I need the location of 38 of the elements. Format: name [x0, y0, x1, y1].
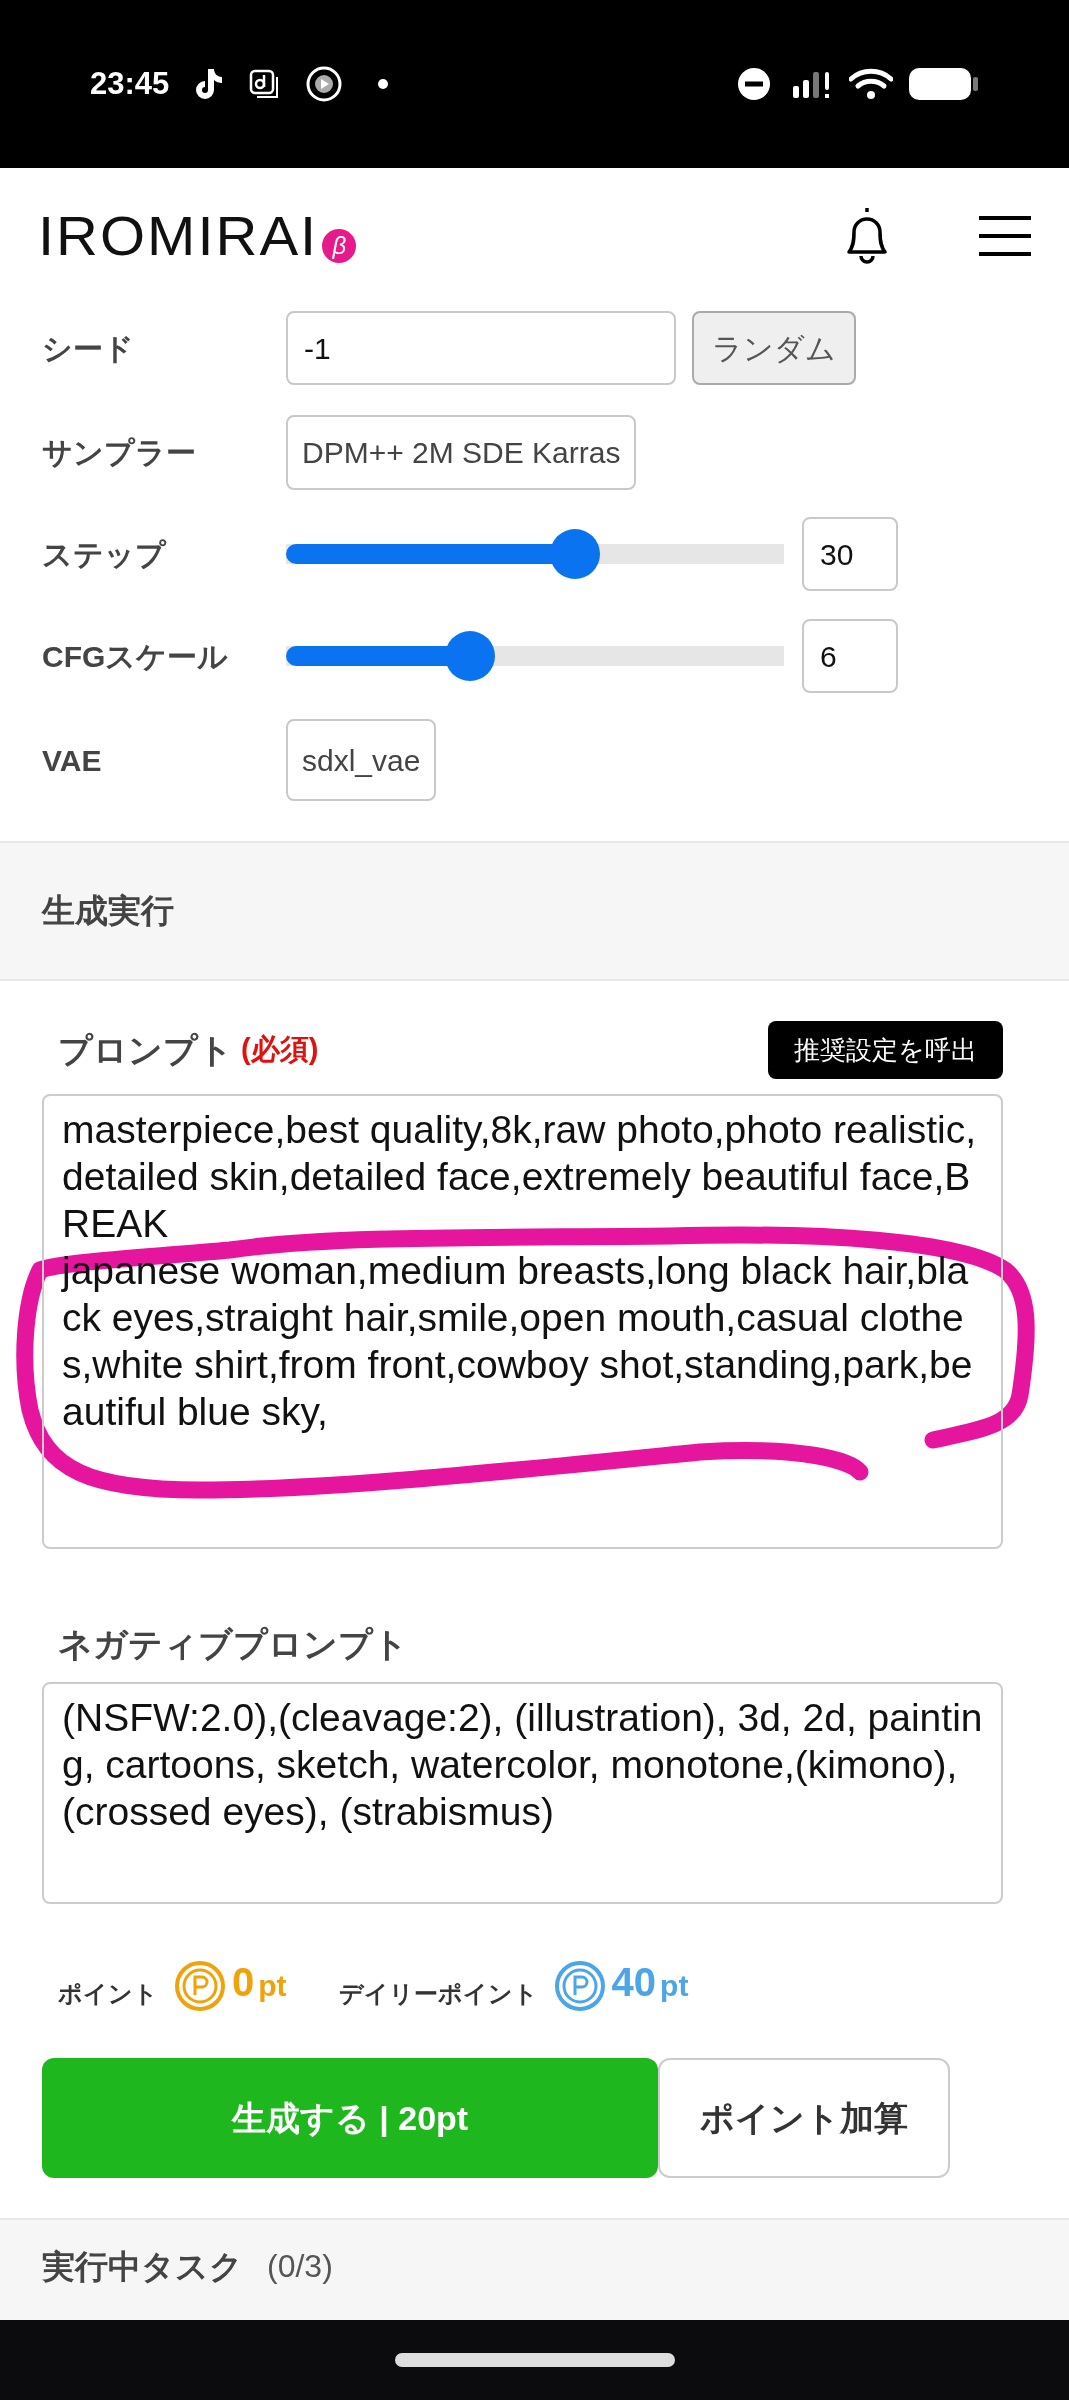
field-label: シード	[42, 330, 135, 367]
negative-prompt-label: ネガティブプロンプト	[58, 1624, 408, 1665]
status-time: 23:45	[90, 64, 170, 103]
points-label: デイリーポイント	[338, 1979, 538, 2009]
points-amount: 40 pt	[611, 1959, 689, 2006]
task-count: (0/3)	[267, 2247, 333, 2286]
section-title: 実行中タスク	[42, 2247, 243, 2287]
input-field[interactable]: -1	[286, 311, 676, 385]
recommended-settings-button[interactable]: 推奨設定を呼出	[768, 1021, 1003, 1079]
number-field[interactable]: 6	[802, 619, 898, 693]
number-field[interactable]: 30	[802, 517, 898, 591]
battery-icon	[909, 66, 979, 102]
field-label: ステップ	[42, 536, 168, 573]
field-label: CFGスケール	[42, 638, 230, 675]
field-label: サンプラー	[42, 435, 197, 471]
select-field[interactable]: DPM++ 2M SDE Karras	[286, 415, 637, 490]
random-button[interactable]: ランダム	[692, 311, 856, 385]
coin-icon	[553, 1960, 606, 2012]
select-field[interactable]: sdxl_vae	[286, 719, 437, 801]
dot-icon	[377, 78, 390, 90]
slider-thumb[interactable]	[549, 529, 600, 579]
negative-prompt-field[interactable]: (NSFW:2.0),(cleavage:2), (illustration), 3d, 2d, painting, cartoons, sketch, watercolor, monotone,(kimono), (crossed eyes), (strabismus)	[42, 1682, 1003, 1904]
menu-icon[interactable]	[979, 214, 1031, 257]
disc-icon	[305, 65, 344, 103]
field-label: VAE	[42, 742, 103, 779]
beta-badge: β	[322, 228, 357, 263]
wifi-icon	[849, 67, 893, 101]
required-label: (必須)	[241, 1032, 319, 1068]
logo[interactable]: IROMIRAI	[38, 207, 319, 264]
do-not-disturb-icon	[737, 67, 771, 101]
points-label: ポイント	[58, 1979, 158, 2009]
coin-icon	[174, 1960, 226, 2012]
prompt-label: プロンプト	[58, 1029, 233, 1071]
points-amount: 0 pt	[232, 1959, 287, 2006]
section-title: 生成実行	[42, 891, 174, 932]
add-points-button[interactable]: ポイント加算	[658, 2058, 950, 2178]
music-note-icon	[193, 67, 224, 101]
app-square-icon	[249, 69, 280, 99]
